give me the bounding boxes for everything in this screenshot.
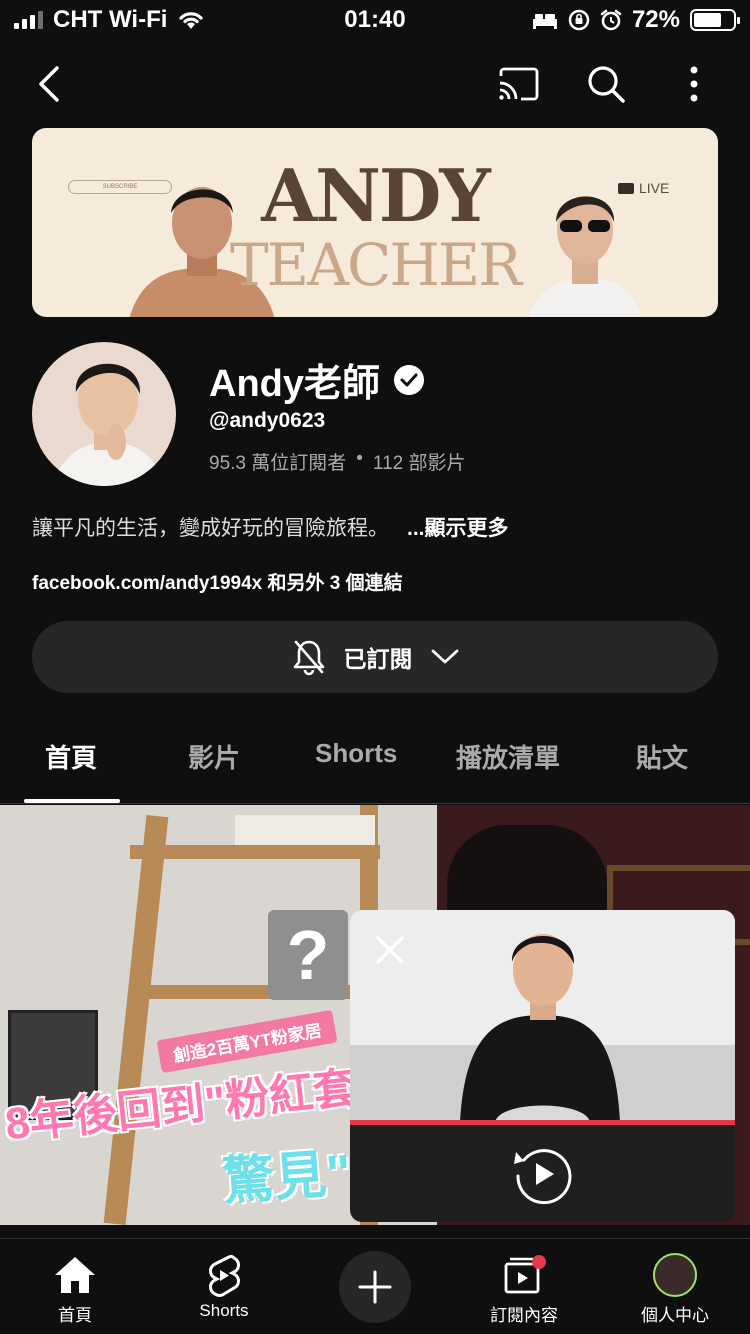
nav-subscriptions[interactable]: 訂閱內容 xyxy=(464,1253,584,1326)
cast-button[interactable] xyxy=(490,56,546,112)
chevron-down-icon xyxy=(431,649,458,664)
status-bar: CHT Wi-Fi 01:40 72% xyxy=(0,0,750,44)
subscribed-button[interactable]: 已訂閱 xyxy=(32,621,718,693)
tab-videos[interactable]: 影片 xyxy=(188,738,240,775)
subscriptions-icon xyxy=(504,1255,546,1294)
mini-player-progress xyxy=(350,1120,735,1125)
subscriber-count: 95.3 萬位訂閱者 xyxy=(209,453,347,474)
subscribed-label: 已訂閱 xyxy=(343,646,413,672)
channel-name-text: Andy老師 xyxy=(209,363,381,405)
bottom-nav: 首頁 Shorts 訂閱內容 個人中心 xyxy=(0,1238,750,1334)
video-headline-2: 驚見" xyxy=(220,1144,353,1212)
nav-home[interactable]: 首頁 xyxy=(15,1253,135,1326)
camera-icon xyxy=(618,182,634,194)
battery-icon xyxy=(690,9,740,31)
nav-subscriptions-label: 訂閱內容 xyxy=(490,1306,558,1325)
replay-icon xyxy=(514,1149,572,1205)
channel-name: Andy老師 xyxy=(209,352,425,407)
alarm-icon xyxy=(600,9,622,31)
tab-home[interactable]: 首頁 xyxy=(45,738,97,775)
show-more-link[interactable]: ...顯示更多 xyxy=(407,512,509,542)
nav-shorts[interactable]: Shorts xyxy=(164,1253,284,1321)
nav-me-label: 個人中心 xyxy=(641,1306,709,1325)
mini-player[interactable] xyxy=(350,910,735,1222)
tab-posts[interactable]: 貼文 xyxy=(636,738,688,775)
search-icon xyxy=(588,66,625,103)
avatar-image xyxy=(52,363,164,486)
nav-home-label: 首頁 xyxy=(58,1306,92,1325)
channel-banner: SUBSCRIBE ANDY TEACHER LIVE xyxy=(32,128,718,317)
back-arrow-icon xyxy=(39,66,59,102)
create-button[interactable] xyxy=(339,1251,411,1323)
description-text: 讓平凡的生活，變成好玩的冒險旅程。 xyxy=(32,517,389,540)
active-tab-indicator xyxy=(24,799,120,803)
nav-me[interactable]: 個人中心 xyxy=(615,1253,735,1326)
tab-playlists[interactable]: 播放清單 xyxy=(456,738,560,775)
mini-player-close-button[interactable] xyxy=(368,928,412,972)
tab-shorts[interactable]: Shorts xyxy=(315,738,397,769)
video-count: 112 部影片 xyxy=(372,453,466,474)
bed-icon xyxy=(532,14,557,29)
mini-player-video[interactable] xyxy=(350,910,735,1122)
bell-off-icon xyxy=(293,640,324,676)
question-mark: ? xyxy=(268,910,348,1000)
back-button[interactable] xyxy=(20,56,76,112)
channel-stats: 95.3 萬位訂閱者 • 112 部影片 xyxy=(209,448,466,475)
nav-shorts-label: Shorts xyxy=(199,1301,249,1320)
more-options-button[interactable] xyxy=(666,56,722,112)
channel-handle: @andy0623 xyxy=(209,409,326,432)
status-right: 72% xyxy=(532,6,740,34)
close-icon xyxy=(376,936,404,964)
rotation-lock-icon xyxy=(568,9,590,31)
channel-links[interactable]: facebook.com/andy1994x 和另外 3 個連結 xyxy=(32,568,403,595)
battery-percent: 72% xyxy=(631,6,680,33)
home-icon xyxy=(55,1257,95,1293)
stats-separator: • xyxy=(356,448,363,469)
top-nav xyxy=(0,54,750,114)
channel-tabs: 首頁 影片 Shorts 播放清單 貼文 xyxy=(0,728,750,804)
user-avatar xyxy=(653,1253,697,1297)
banner-live: LIVE xyxy=(618,180,669,196)
verified-check-icon xyxy=(394,364,425,395)
channel-avatar[interactable] xyxy=(32,342,176,486)
channel-description[interactable]: 讓平凡的生活，變成好玩的冒險旅程。 ...顯示更多 xyxy=(32,512,509,542)
banner-person-right xyxy=(528,196,642,317)
more-vertical-icon xyxy=(690,66,698,102)
shorts-icon xyxy=(209,1254,240,1297)
mini-player-replay-button[interactable] xyxy=(510,1142,574,1206)
banner-live-label: LIVE xyxy=(639,180,670,196)
plus-icon xyxy=(358,1270,392,1304)
cast-icon xyxy=(499,67,539,101)
search-button[interactable] xyxy=(578,56,634,112)
